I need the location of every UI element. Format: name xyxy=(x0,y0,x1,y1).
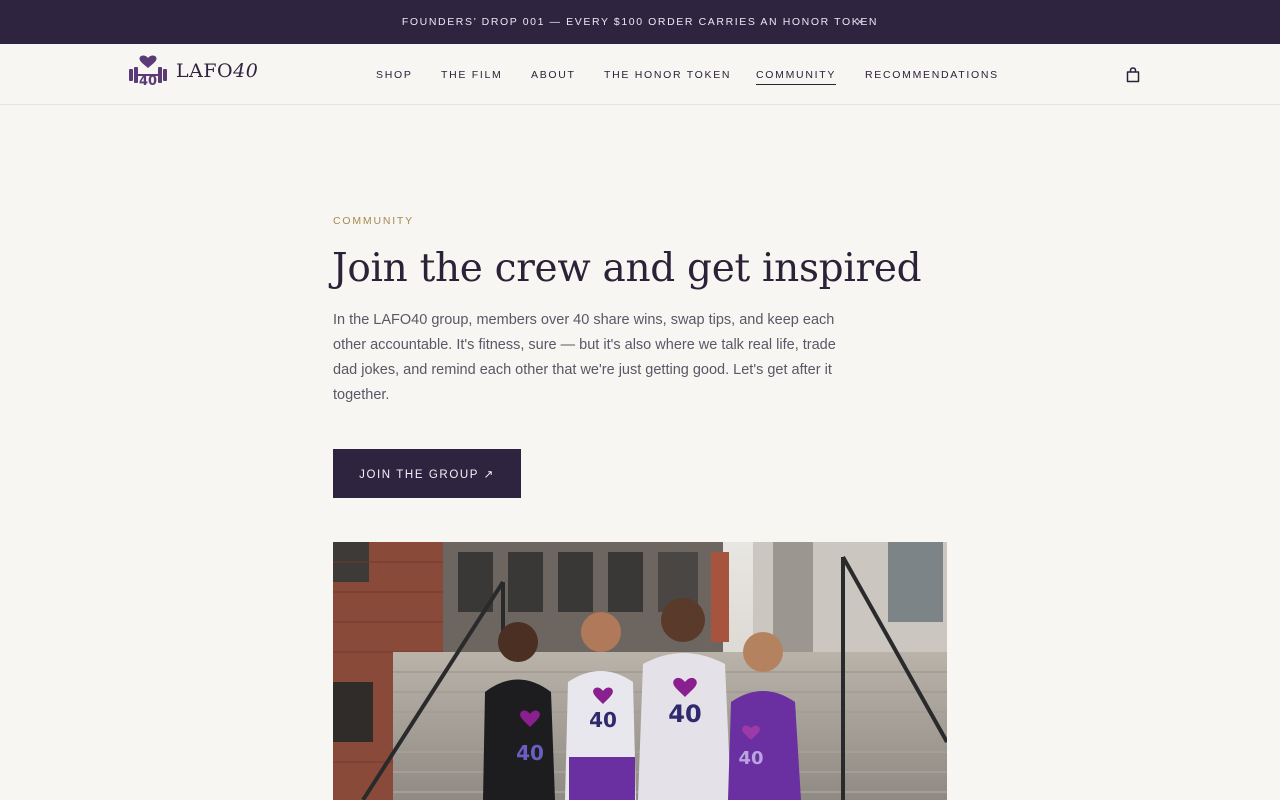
nav-the-film[interactable]: THE FILM xyxy=(441,68,502,82)
join-group-button[interactable]: JOIN THE GROUP ↗ xyxy=(333,449,521,498)
svg-text:40: 40 xyxy=(738,748,763,769)
svg-text:40: 40 xyxy=(516,741,544,765)
close-icon[interactable]: × xyxy=(856,13,865,31)
page-title: Join the crew and get inspired xyxy=(332,246,922,291)
announcement-bar: FOUNDERS’ DROP 001 — EVERY $100 ORDER CA… xyxy=(0,0,1280,44)
community-photo: 40 40 40 40 xyxy=(333,542,947,800)
svg-text:40: 40 xyxy=(668,700,701,728)
site-header: 40 LAFO40 SHOP THE FILM ABOUT THE HONOR … xyxy=(0,44,1280,105)
nav-about[interactable]: ABOUT xyxy=(531,68,576,82)
svg-text:40: 40 xyxy=(589,708,617,732)
announcement-text: FOUNDERS’ DROP 001 — EVERY $100 ORDER CA… xyxy=(401,16,879,28)
nav-shop[interactable]: SHOP xyxy=(376,68,413,82)
hero-body-text: In the LAFO40 group, members over 40 sha… xyxy=(333,312,836,403)
section-eyebrow: COMMUNITY xyxy=(333,215,414,227)
shopping-bag-icon[interactable] xyxy=(1124,66,1142,84)
nav-recommendations[interactable]: RECOMMENDATIONS xyxy=(865,68,999,82)
main-nav: SHOP THE FILM ABOUT THE HONOR TOKEN COMM… xyxy=(0,68,1280,88)
nav-community[interactable]: COMMUNITY xyxy=(756,68,837,85)
group-photo-illustration: 40 40 40 40 xyxy=(333,542,947,800)
nav-the-honor-token[interactable]: THE HONOR TOKEN xyxy=(604,68,731,82)
